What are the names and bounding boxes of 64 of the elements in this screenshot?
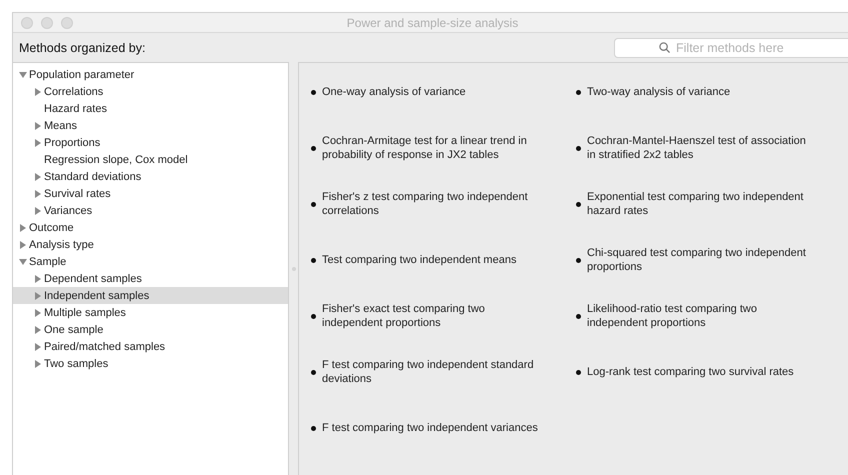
triangle-right-icon[interactable]: [34, 206, 42, 214]
bullet-icon: [311, 90, 316, 94]
window-title: Power and sample-size analysis: [346, 16, 518, 30]
method-link[interactable]: F test comparing two independent variances: [322, 421, 538, 435]
bullet-icon: [311, 370, 316, 374]
triangle-right-icon[interactable]: [34, 190, 42, 198]
tree-item[interactable]: Means: [13, 117, 288, 134]
triangle-right-icon[interactable]: [34, 342, 42, 350]
triangle-down-icon[interactable]: [19, 258, 27, 266]
method-link[interactable]: Test comparing two independent means: [322, 253, 516, 267]
bullet-icon: [311, 258, 316, 262]
tree-item[interactable]: Proportions: [13, 134, 288, 151]
tree-item[interactable]: Dependent samples: [13, 270, 288, 287]
triangle-right-icon[interactable]: [19, 224, 27, 232]
search-field[interactable]: Filter methods here: [614, 38, 848, 58]
bullet-icon: [576, 202, 581, 206]
method-link[interactable]: Exponential test comparing two independent hazard rates: [587, 190, 813, 218]
method-link[interactable]: Two-way analysis of variance: [587, 85, 730, 99]
tree-item[interactable]: Outcome: [13, 219, 288, 236]
method-link[interactable]: F test comparing two independent standard deviations: [322, 358, 548, 386]
tree-item[interactable]: Regression slope, Cox model: [13, 151, 288, 168]
triangle-right-icon[interactable]: [34, 138, 42, 146]
triangle-right-icon[interactable]: [34, 172, 42, 180]
method-link[interactable]: Log-rank test comparing two survival rates: [587, 365, 794, 379]
triangle-down-icon[interactable]: [19, 70, 27, 78]
triangle-right-icon[interactable]: [34, 122, 42, 130]
tree-item[interactable]: Standard deviations: [13, 168, 288, 185]
triangle-right-icon[interactable]: [34, 308, 42, 316]
method-link[interactable]: Cochran-Mantel-Haenszel test of association in stratified 2x2 tables: [587, 134, 813, 162]
method-link[interactable]: One-way analysis of variance: [322, 85, 466, 99]
tree-item[interactable]: Hazard rates: [13, 100, 288, 117]
bullet-icon: [576, 370, 581, 374]
triangle-right-icon[interactable]: [34, 88, 42, 96]
tree-item[interactable]: Paired/matched samples: [13, 338, 288, 355]
triangle-right-icon[interactable]: [19, 240, 27, 248]
method-link[interactable]: Fisher's z test comparing two independent correlations: [322, 190, 548, 218]
tree-item[interactable]: Correlations: [13, 83, 288, 100]
bullet-icon: [311, 146, 316, 150]
bullet-icon: [311, 202, 316, 206]
tree-item[interactable]: One sample: [13, 321, 288, 338]
tree-item[interactable]: Population parameter: [13, 66, 288, 83]
tree-item[interactable]: Survival rates: [13, 185, 288, 202]
organized-by-label: Methods organized by:: [19, 40, 146, 54]
method-link[interactable]: Cochran-Armitage test for a linear trend in probability of response in JX2 tables: [322, 134, 548, 162]
method-link[interactable]: Likelihood-ratio test comparing two independent proportions: [587, 302, 813, 330]
bullet-icon: [311, 426, 316, 430]
method-link[interactable]: Fisher's exact test comparing two independent proportions: [322, 302, 548, 330]
triangle-right-icon[interactable]: [34, 326, 42, 334]
bullet-icon: [576, 146, 581, 150]
bullet-icon: [576, 90, 581, 94]
bullet-icon: [576, 258, 581, 262]
tree-item[interactable]: Multiple samples: [13, 304, 288, 321]
search-icon: [659, 42, 670, 52]
tree-item[interactable]: Sample: [13, 253, 288, 270]
bullet-icon: [311, 314, 316, 318]
triangle-right-icon[interactable]: [34, 292, 42, 300]
method-link[interactable]: Chi-squared test comparing two independent proportions: [587, 246, 813, 274]
triangle-right-icon[interactable]: [34, 360, 42, 368]
triangle-right-icon[interactable]: [34, 274, 42, 282]
tree-item[interactable]: Variances: [13, 202, 288, 219]
tree-item[interactable]: Analysis type: [13, 236, 288, 253]
tree-item[interactable]: Two samples: [13, 355, 288, 372]
tree-item[interactable]: Independent samples: [13, 287, 288, 304]
bullet-icon: [576, 314, 581, 318]
